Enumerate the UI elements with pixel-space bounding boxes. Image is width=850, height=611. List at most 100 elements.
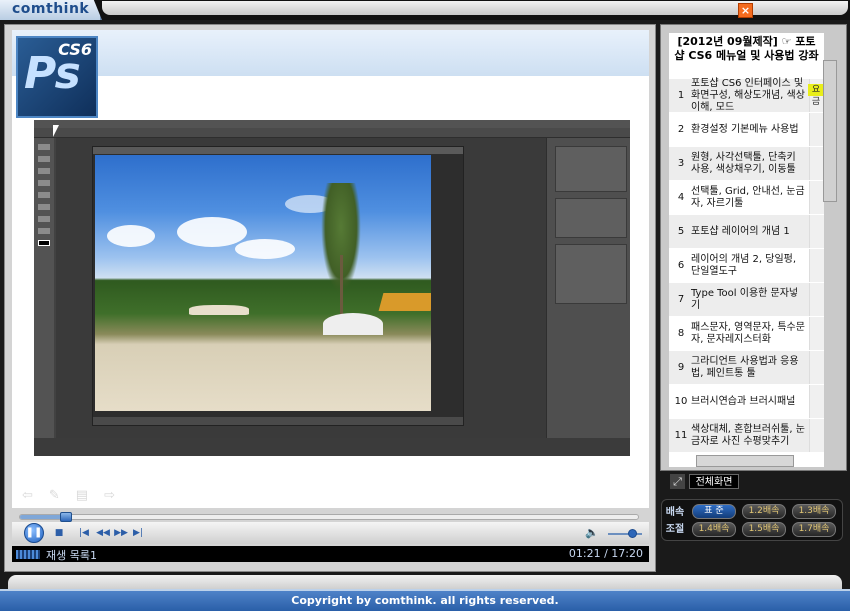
speed-1-5-button[interactable]: 1.5배속 bbox=[742, 522, 786, 537]
ps-document-status bbox=[93, 417, 463, 425]
lesson-item[interactable]: 5 포토샵 레이어의 개념 1 bbox=[669, 215, 809, 248]
cursor-icon bbox=[53, 125, 59, 137]
speed-1-7-button[interactable]: 1.7배속 bbox=[792, 522, 836, 537]
playlist-icon bbox=[16, 550, 40, 559]
stop-button[interactable]: ■ bbox=[52, 524, 66, 542]
fullscreen-icon[interactable]: ⤢ bbox=[670, 474, 685, 489]
playlist-label[interactable]: 재생 목록1 bbox=[46, 547, 97, 563]
lesson-item[interactable]: 3 원형, 사각선택툴, 단축키 사용, 색상채우기, 이동툴 bbox=[669, 147, 809, 180]
lesson-item[interactable]: 8 패스문자, 영역문자, 특수문자, 문자레지스터화 bbox=[669, 317, 809, 350]
footer: Copyright by comthink. all rights reserv… bbox=[0, 589, 850, 611]
speed-title-line2: 조절 bbox=[665, 524, 685, 535]
tree-trunk bbox=[340, 255, 343, 315]
ps-tool-icon bbox=[38, 180, 50, 186]
lesson-scrollbar[interactable] bbox=[823, 60, 837, 202]
lesson-item[interactable]: 10 브러시연습과 브러시패널 bbox=[669, 385, 809, 418]
lesson-number: 2 bbox=[677, 123, 685, 135]
forward-button[interactable]: ▶▶ bbox=[112, 524, 130, 542]
brand-tab: comthink bbox=[0, 0, 102, 20]
lesson-title: 레이어의 개념 2, 당일펑, 단일열도구 bbox=[691, 253, 797, 277]
lesson-number: 5 bbox=[677, 225, 685, 237]
lesson-number: 1 bbox=[677, 89, 685, 101]
status-bar: 재생 목록1 01:21 / 17:20 bbox=[12, 546, 649, 562]
ps-tool-icon bbox=[38, 156, 50, 162]
lesson-list: [2012년 09월제작] ☞ 포토샵 CS6 메뉴얼 및 사용법 강좌 1 포토… bbox=[669, 33, 824, 467]
lesson-number: 6 bbox=[677, 259, 685, 271]
cloud bbox=[107, 225, 155, 247]
volume-slider[interactable] bbox=[608, 533, 642, 535]
lesson-h-scrollbar[interactable] bbox=[696, 455, 794, 467]
lesson-item[interactable]: 4 선택툴, Grid, 안내선, 눈금자, 자르기툴 bbox=[669, 181, 809, 214]
rewind-button[interactable]: ◀◀ bbox=[94, 524, 112, 542]
next-button[interactable]: ▶| bbox=[130, 524, 146, 542]
speed-1-2-button[interactable]: 1.2배속 bbox=[742, 504, 786, 519]
lesson-item[interactable]: 11 색상대체, 혼합브러쉬툴, 눈금자로 사진 수평맞추기 bbox=[669, 419, 809, 452]
lesson-side-cell bbox=[809, 181, 824, 214]
ps-tool-icon bbox=[38, 144, 50, 150]
seek-progress bbox=[20, 515, 66, 519]
lesson-number: 4 bbox=[677, 191, 685, 203]
time-readout: 01:21 / 17:20 bbox=[568, 547, 643, 560]
speed-1-3-button[interactable]: 1.3배속 bbox=[792, 504, 836, 519]
photoshop-logo: CS6 Ps bbox=[16, 36, 98, 118]
ps-options-bar bbox=[34, 128, 630, 138]
photoshop-screen bbox=[34, 120, 630, 456]
lesson-number: 10 bbox=[674, 395, 688, 407]
current-badge: 요금 bbox=[808, 84, 824, 107]
tent bbox=[189, 305, 249, 315]
volume-icon[interactable]: 🔈 bbox=[584, 524, 600, 542]
lesson-side-cell bbox=[809, 419, 824, 452]
lesson-side-cell bbox=[809, 147, 824, 180]
lesson-number: 3 bbox=[677, 157, 685, 169]
lesson-item[interactable]: 2 환경설정 기본메뉴 사용법 bbox=[669, 113, 809, 146]
lesson-side-cell bbox=[809, 351, 824, 384]
ps-tool-icon bbox=[38, 228, 50, 234]
tent bbox=[323, 313, 383, 335]
lesson-side-cell bbox=[809, 385, 824, 418]
landscape-photo bbox=[95, 155, 431, 411]
ps-document-window bbox=[92, 146, 464, 426]
speed-title: 배속 조절 bbox=[664, 504, 686, 538]
top-bar: comthink bbox=[0, 0, 850, 20]
speed-1-4-button[interactable]: 1.4배속 bbox=[692, 522, 736, 537]
annotation-tools: ⇦✎▤⇨ bbox=[22, 488, 131, 503]
prev-button[interactable]: |◀ bbox=[76, 524, 92, 542]
close-icon[interactable]: × bbox=[738, 3, 753, 18]
ps-tool-icon bbox=[38, 204, 50, 210]
ps-document-tab bbox=[93, 147, 463, 154]
lesson-side-cell bbox=[809, 283, 824, 316]
lesson-title: 패스문자, 영역문자, 특수문자, 문자레지스터화 bbox=[691, 321, 805, 345]
player-frame: CS6 Ps ⇦✎▤⇨ ❚❚ ■ |◀ ◀◀ ▶▶ ▶| 🔈 재생 목록1 01… bbox=[4, 24, 656, 572]
footer-rail bbox=[8, 575, 842, 589]
ps-tool-icon bbox=[38, 216, 50, 222]
lesson-number: 9 bbox=[677, 361, 685, 373]
speed-normal-button[interactable]: 표 준 bbox=[692, 504, 736, 519]
fullscreen-button[interactable]: 전체화면 bbox=[689, 474, 739, 489]
course-title: [2012년 09월제작] ☞ 포토샵 CS6 메뉴얼 및 사용법 강좌 bbox=[674, 35, 819, 62]
ps-layers-panel bbox=[555, 244, 627, 304]
brand-logo: comthink bbox=[12, 1, 90, 17]
lesson-item[interactable]: 7 Type Tool 이용한 문자넣기 bbox=[669, 283, 809, 316]
speed-title-line1: 배속 bbox=[665, 507, 685, 518]
video-header bbox=[12, 30, 649, 76]
pause-button[interactable]: ❚❚ bbox=[24, 523, 44, 543]
top-rail bbox=[102, 1, 848, 15]
seek-bar[interactable] bbox=[19, 512, 639, 522]
lesson-item[interactable]: 6 레이어의 개념 2, 당일펑, 단일열도구 bbox=[669, 249, 809, 282]
lesson-number: 11 bbox=[674, 429, 688, 441]
lesson-title: 선택툴, Grid, 안내선, 눈금자, 자르기툴 bbox=[691, 185, 805, 209]
lesson-side-cell bbox=[809, 317, 824, 350]
lesson-side-cell bbox=[809, 215, 824, 248]
lesson-item[interactable]: 1 포토샵 CS6 인터페이스 및 화면구성, 해상도개념, 색상이해, 모드 bbox=[669, 78, 809, 113]
lesson-item[interactable]: 9 그라디언트 사용법과 응용법, 페인트통 툴 bbox=[669, 351, 809, 384]
ps-color-swatch bbox=[38, 240, 50, 246]
video-area[interactable]: CS6 Ps ⇦✎▤⇨ bbox=[12, 30, 649, 508]
ps-bottom-strip bbox=[34, 438, 630, 456]
photoshop-letters: Ps bbox=[24, 48, 81, 99]
lesson-side-cell bbox=[809, 249, 824, 282]
seek-thumb[interactable] bbox=[59, 512, 72, 522]
volume-thumb[interactable] bbox=[627, 529, 637, 538]
lesson-number: 8 bbox=[677, 327, 685, 339]
ps-tool-icon bbox=[38, 168, 50, 174]
ps-adjustments-panel bbox=[555, 198, 627, 238]
